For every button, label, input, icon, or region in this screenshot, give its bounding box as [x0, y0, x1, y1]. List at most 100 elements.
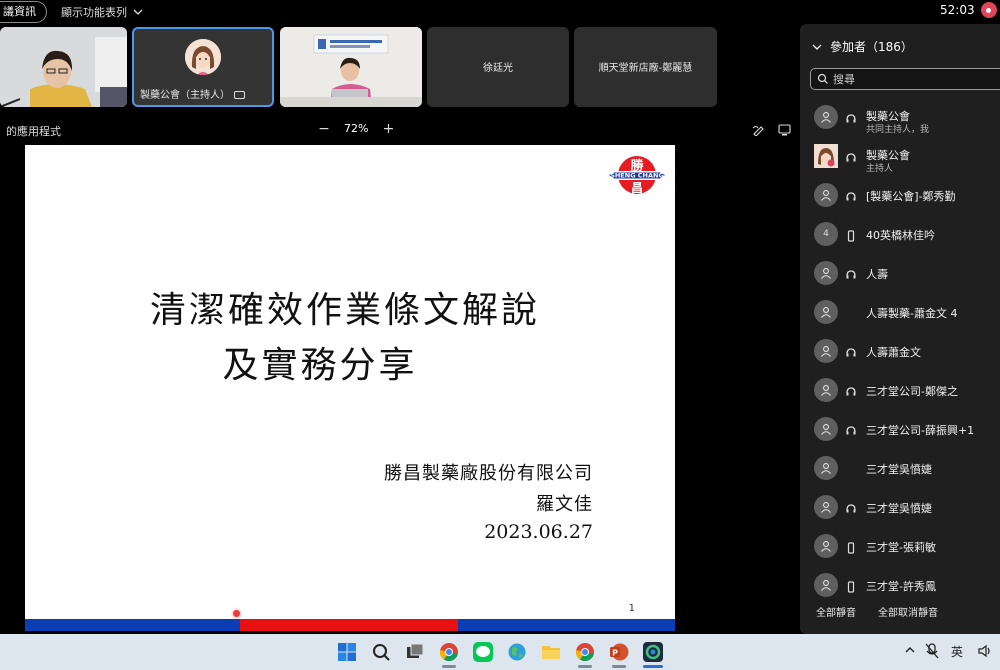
person-icon	[814, 183, 838, 207]
headset-icon	[845, 188, 857, 201]
meeting-timer: 52:03	[940, 2, 997, 18]
shared-slide: 勝 SHENG CHANG 昌 清潔確效作業條文解說 及實務分享 勝昌製藥廠股份…	[25, 145, 675, 631]
chevron-down-icon	[812, 44, 822, 50]
view-menu-button[interactable]: 顯示功能表列	[61, 4, 143, 20]
headset-icon	[845, 344, 857, 357]
participant-row[interactable]: 人壽蕭金文	[800, 336, 1000, 375]
headset-icon	[845, 149, 857, 162]
zoom-out-button[interactable]: −	[318, 122, 330, 136]
host-avatar	[185, 39, 221, 75]
video-tile-1[interactable]	[0, 27, 127, 107]
participant-row[interactable]: 人壽製藥-蕭金文 4	[800, 297, 1000, 336]
participant-row[interactable]: 三才堂公司-鄭傑之	[800, 375, 1000, 414]
participant-list: 製藥公會 共同主持人，我 製藥公會 主持人 [製藥公會]-鄭秀勤 4 40英橋林佳吟人壽人壽…	[800, 102, 1000, 609]
person-icon	[814, 105, 838, 129]
participant-name: 人壽製藥-蕭金文 4	[866, 307, 958, 320]
slide-presenter: 羅文佳	[536, 494, 593, 515]
sheng-chang-logo: 勝 SHENG CHANG 昌	[607, 153, 667, 198]
active-indicator	[643, 665, 663, 668]
participant-name: 三才堂-許秀鳳	[866, 580, 936, 593]
participant-name: 人壽	[866, 268, 888, 281]
stripe-blue-right	[458, 619, 675, 631]
participant-row[interactable]: 三才堂吳憤婕	[800, 492, 1000, 531]
slide-company: 勝昌製藥廠股份有限公司	[384, 463, 593, 484]
video-tile-4[interactable]: 徐廷光	[427, 27, 569, 107]
avatar-number: 4	[814, 222, 838, 246]
logo-bottom-char: 昌	[631, 181, 643, 195]
participant-row[interactable]: [製藥公會]-鄭秀勤	[800, 180, 1000, 219]
unmute-all-button[interactable]: 全部取消靜音	[878, 604, 938, 619]
zoom-in-button[interactable]: +	[382, 122, 395, 136]
file-explorer-icon[interactable]	[540, 641, 562, 663]
windows-taskbar: P 英	[0, 634, 1000, 670]
powerpoint-icon[interactable]: P	[608, 641, 630, 663]
mute-all-button[interactable]: 全部靜音	[816, 604, 856, 619]
headset-icon	[845, 500, 857, 513]
participant-row[interactable]: 三才堂公司-薛振興+1	[800, 414, 1000, 453]
chevron-down-icon	[133, 9, 143, 15]
logo-band-text: SHENG CHANG	[610, 172, 664, 180]
chrome-icon[interactable]	[574, 641, 596, 663]
participant-search[interactable]	[810, 68, 1000, 90]
participant-role: 主持人	[866, 164, 894, 174]
participant-row[interactable]: 三才堂吳憤婕	[800, 453, 1000, 492]
chevron-up-icon[interactable]	[904, 645, 916, 655]
shared-app-label: 的應用程式	[6, 125, 61, 138]
windows-start-icon[interactable]	[336, 641, 358, 663]
running-indicator	[442, 665, 456, 668]
running-indicator	[612, 665, 626, 668]
running-indicator	[578, 665, 592, 668]
zoom-control: − 72% +	[318, 122, 395, 136]
video-tile-5[interactable]: 順天堂新店廠-鄭麗慧	[574, 27, 717, 107]
search-icon	[817, 73, 828, 84]
elapsed-time: 52:03	[940, 3, 975, 17]
participant-row[interactable]: 人壽	[800, 258, 1000, 297]
tile-name: 順天堂新店廠-鄭麗慧	[598, 63, 693, 74]
participants-header[interactable]: 參加者（186）	[812, 38, 913, 55]
slide-page-number: 1	[628, 603, 635, 614]
laser-pointer	[233, 610, 240, 617]
popout-icon[interactable]	[778, 124, 791, 136]
phone-icon	[845, 539, 857, 554]
video-tile-host[interactable]: 製藥公會（主持人）	[132, 27, 274, 107]
stripe-red	[240, 619, 458, 631]
participant-row[interactable]: 三才堂-張莉敏	[800, 531, 1000, 570]
task-view-icon[interactable]	[404, 641, 426, 663]
share-toolbar: 的應用程式 − 72% +	[0, 120, 800, 140]
globe-icon[interactable]	[506, 641, 528, 663]
participant-role: 共同主持人，我	[866, 125, 930, 135]
participant-name: 三才堂吳憤婕	[866, 463, 932, 476]
view-menu-label: 顯示功能表列	[61, 6, 127, 19]
search-input[interactable]	[833, 71, 993, 87]
ime-indicator[interactable]: 英	[951, 643, 963, 660]
participants-panel: 參加者（186） 製藥公會共同主持人，我製藥公會主持人 [製藥公會]-鄭秀勤 4 40…	[800, 24, 1000, 634]
person-icon	[814, 534, 838, 558]
person-icon	[814, 300, 838, 324]
person-icon	[814, 261, 838, 285]
headset-icon	[845, 110, 857, 123]
participant-video-woman-icon	[0, 27, 127, 107]
zoom-level: 72%	[344, 122, 369, 135]
participant-name: 三才堂-張莉敏	[866, 541, 936, 554]
svg-text:P: P	[612, 649, 618, 658]
annotate-icon[interactable]	[752, 124, 765, 136]
participant-row[interactable]: 製藥公會 主持人	[800, 141, 1000, 180]
microphone-muted-icon[interactable]	[924, 642, 940, 660]
speaker-icon[interactable]	[978, 644, 992, 658]
chrome-icon[interactable]	[438, 641, 460, 663]
participant-name: [製藥公會]-鄭秀勤	[866, 190, 956, 203]
search-icon[interactable]	[370, 641, 392, 663]
tile-name: 徐廷光	[483, 63, 513, 74]
participant-row[interactable]: 製藥公會 共同主持人，我	[800, 102, 1000, 141]
panel-footer: 全部靜音 全部取消靜音	[816, 604, 938, 619]
line-icon[interactable]	[472, 641, 494, 663]
person-icon	[814, 378, 838, 402]
participant-name: 三才堂吳憤婕	[866, 502, 932, 515]
slide-title-line-2: 及實務分享	[222, 345, 418, 386]
meeting-info-button[interactable]: 議資訊	[0, 1, 47, 23]
webex-icon[interactable]	[642, 641, 664, 663]
recording-icon[interactable]	[980, 2, 997, 18]
participant-row[interactable]: 4 40英橋林佳吟	[800, 219, 1000, 258]
participant-name: 三才堂公司-薛振興+1	[866, 424, 975, 437]
video-tile-3[interactable]	[280, 27, 422, 107]
